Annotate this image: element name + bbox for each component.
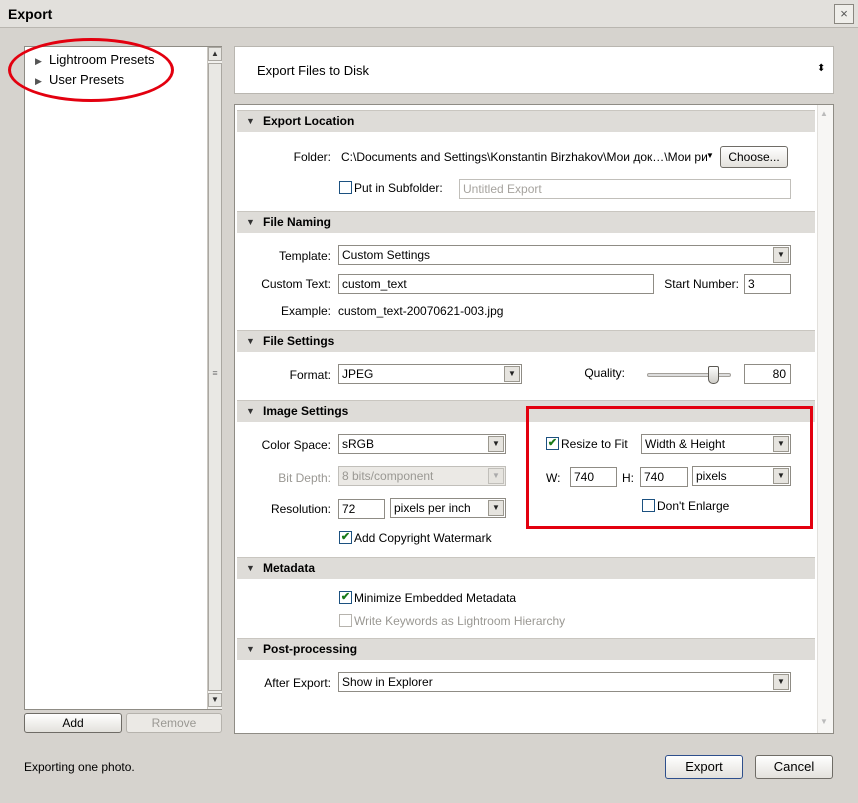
close-button[interactable]: × bbox=[834, 4, 854, 24]
quality-slider-thumb[interactable] bbox=[708, 366, 720, 384]
scroll-up-icon[interactable]: ▲ bbox=[208, 47, 222, 61]
subfolder-checkbox[interactable] bbox=[339, 181, 352, 194]
start-number-label: Start Number: bbox=[664, 277, 739, 291]
export-type-select[interactable]: Export Files to Disk ⬍ bbox=[234, 46, 834, 94]
chevron-down-icon[interactable]: ▼ bbox=[488, 436, 504, 452]
collapse-triangle-icon: ▼ bbox=[246, 644, 255, 654]
format-value: JPEG bbox=[342, 367, 374, 381]
template-select[interactable]: Custom Settings ▼ bbox=[338, 245, 791, 265]
preset-list-scrollbar[interactable]: ▲ ≡ ▼ bbox=[207, 47, 222, 709]
bit-depth-select[interactable]: 8 bits/component ▼ bbox=[338, 466, 506, 486]
example-label: Example: bbox=[280, 304, 331, 318]
watermark-label: Add Copyright Watermark bbox=[354, 531, 492, 545]
resolution-unit-value: pixels per inch bbox=[394, 501, 471, 515]
section-header-metadata[interactable]: ▼ Metadata bbox=[237, 557, 815, 579]
chevron-down-icon[interactable]: ▼ bbox=[504, 366, 520, 382]
resolution-label: Resolution: bbox=[270, 502, 331, 516]
section-header-export-location[interactable]: ▼ Export Location bbox=[237, 110, 815, 132]
settings-panel: ▼ Export Location Folder: C:\Documents an… bbox=[234, 104, 834, 734]
after-export-select[interactable]: Show in Explorer ▼ bbox=[338, 672, 791, 692]
export-type-label: Export Files to Disk bbox=[257, 63, 369, 78]
section-title: Post-processing bbox=[263, 642, 358, 656]
resolution-input[interactable]: 72 bbox=[338, 499, 385, 519]
color-space-select[interactable]: sRGB ▼ bbox=[338, 434, 506, 454]
chevron-down-icon[interactable]: ▼ bbox=[488, 468, 504, 484]
scroll-up-icon[interactable]: ▲ bbox=[820, 109, 828, 118]
section-header-file-settings[interactable]: ▼ File Settings bbox=[237, 330, 815, 352]
chevron-down-icon[interactable]: ▼ bbox=[773, 247, 789, 263]
bit-depth-label: Bit Depth: bbox=[278, 471, 331, 485]
custom-text-label: Custom Text: bbox=[261, 277, 331, 291]
cancel-button[interactable]: Cancel bbox=[755, 755, 833, 779]
resolution-unit-select[interactable]: pixels per inch ▼ bbox=[390, 498, 506, 518]
window-title: Export bbox=[8, 6, 53, 22]
section-title: File Naming bbox=[263, 215, 332, 229]
annotation-ellipse bbox=[8, 38, 174, 102]
after-export-label: After Export: bbox=[264, 676, 331, 690]
close-icon: × bbox=[840, 6, 848, 21]
collapse-triangle-icon: ▼ bbox=[246, 406, 255, 416]
annotation-rectangle bbox=[526, 406, 813, 529]
template-label: Template: bbox=[278, 249, 331, 263]
settings-scrollbar[interactable]: ▲ ▼ bbox=[817, 105, 833, 733]
after-export-value: Show in Explorer bbox=[342, 675, 433, 689]
quality-input[interactable]: 80 bbox=[744, 364, 791, 384]
preset-list[interactable]: ▶ Lightroom Presets ▶ User Presets ▲ ≡ ▼ bbox=[24, 46, 222, 710]
color-space-value: sRGB bbox=[342, 437, 375, 451]
color-space-label: Color Space: bbox=[261, 438, 331, 452]
example-filename: custom_text-20070621-003.jpg bbox=[338, 304, 504, 318]
scroll-down-icon[interactable]: ▼ bbox=[820, 717, 828, 726]
remove-preset-button[interactable]: Remove bbox=[126, 713, 222, 733]
chevron-down-icon[interactable]: ▼ bbox=[488, 500, 504, 516]
subfolder-input[interactable]: Untitled Export bbox=[459, 179, 791, 199]
scroll-thumb[interactable]: ≡ bbox=[208, 63, 222, 691]
minimize-metadata-checkbox[interactable]: ✔ bbox=[339, 591, 352, 604]
updown-arrows-icon: ⬍ bbox=[817, 63, 826, 74]
format-select[interactable]: JPEG ▼ bbox=[338, 364, 522, 384]
keywords-hierarchy-checkbox[interactable] bbox=[339, 614, 352, 627]
export-button[interactable]: Export bbox=[665, 755, 743, 779]
watermark-checkbox[interactable]: ✔ bbox=[339, 531, 352, 544]
section-header-post-processing[interactable]: ▼ Post-processing bbox=[237, 638, 815, 660]
chevron-down-icon[interactable]: ▼ bbox=[773, 674, 789, 690]
collapse-triangle-icon: ▼ bbox=[246, 217, 255, 227]
folder-label: Folder: bbox=[293, 150, 331, 164]
custom-text-input[interactable]: custom_text bbox=[338, 274, 654, 294]
add-preset-button[interactable]: Add bbox=[24, 713, 122, 733]
choose-folder-button[interactable]: Choose... bbox=[720, 146, 788, 168]
collapse-triangle-icon: ▼ bbox=[246, 336, 255, 346]
section-title: File Settings bbox=[263, 334, 335, 348]
collapse-triangle-icon: ▼ bbox=[246, 116, 255, 126]
quality-label: Quality: bbox=[584, 366, 625, 380]
keywords-hierarchy-label: Write Keywords as Lightroom Hierarchy bbox=[354, 614, 566, 628]
folder-path: C:\Documents and Settings\Konstantin Bir… bbox=[341, 150, 707, 164]
minimize-metadata-label: Minimize Embedded Metadata bbox=[354, 591, 517, 605]
section-title: Export Location bbox=[263, 114, 355, 128]
section-header-file-naming[interactable]: ▼ File Naming bbox=[237, 211, 815, 233]
subfolder-label: Put in Subfolder: bbox=[354, 181, 443, 195]
start-number-input[interactable]: 3 bbox=[744, 274, 791, 294]
section-title: Image Settings bbox=[263, 404, 349, 418]
folder-dropdown-icon[interactable]: ▼ bbox=[706, 151, 714, 160]
section-title: Metadata bbox=[263, 561, 316, 575]
format-label: Format: bbox=[289, 368, 331, 382]
collapse-triangle-icon: ▼ bbox=[246, 563, 255, 573]
bit-depth-value: 8 bits/component bbox=[342, 469, 434, 483]
template-value: Custom Settings bbox=[342, 248, 431, 262]
scroll-down-icon[interactable]: ▼ bbox=[208, 693, 222, 707]
title-bar bbox=[0, 0, 858, 28]
status-text: Exporting one photo. bbox=[24, 760, 135, 774]
